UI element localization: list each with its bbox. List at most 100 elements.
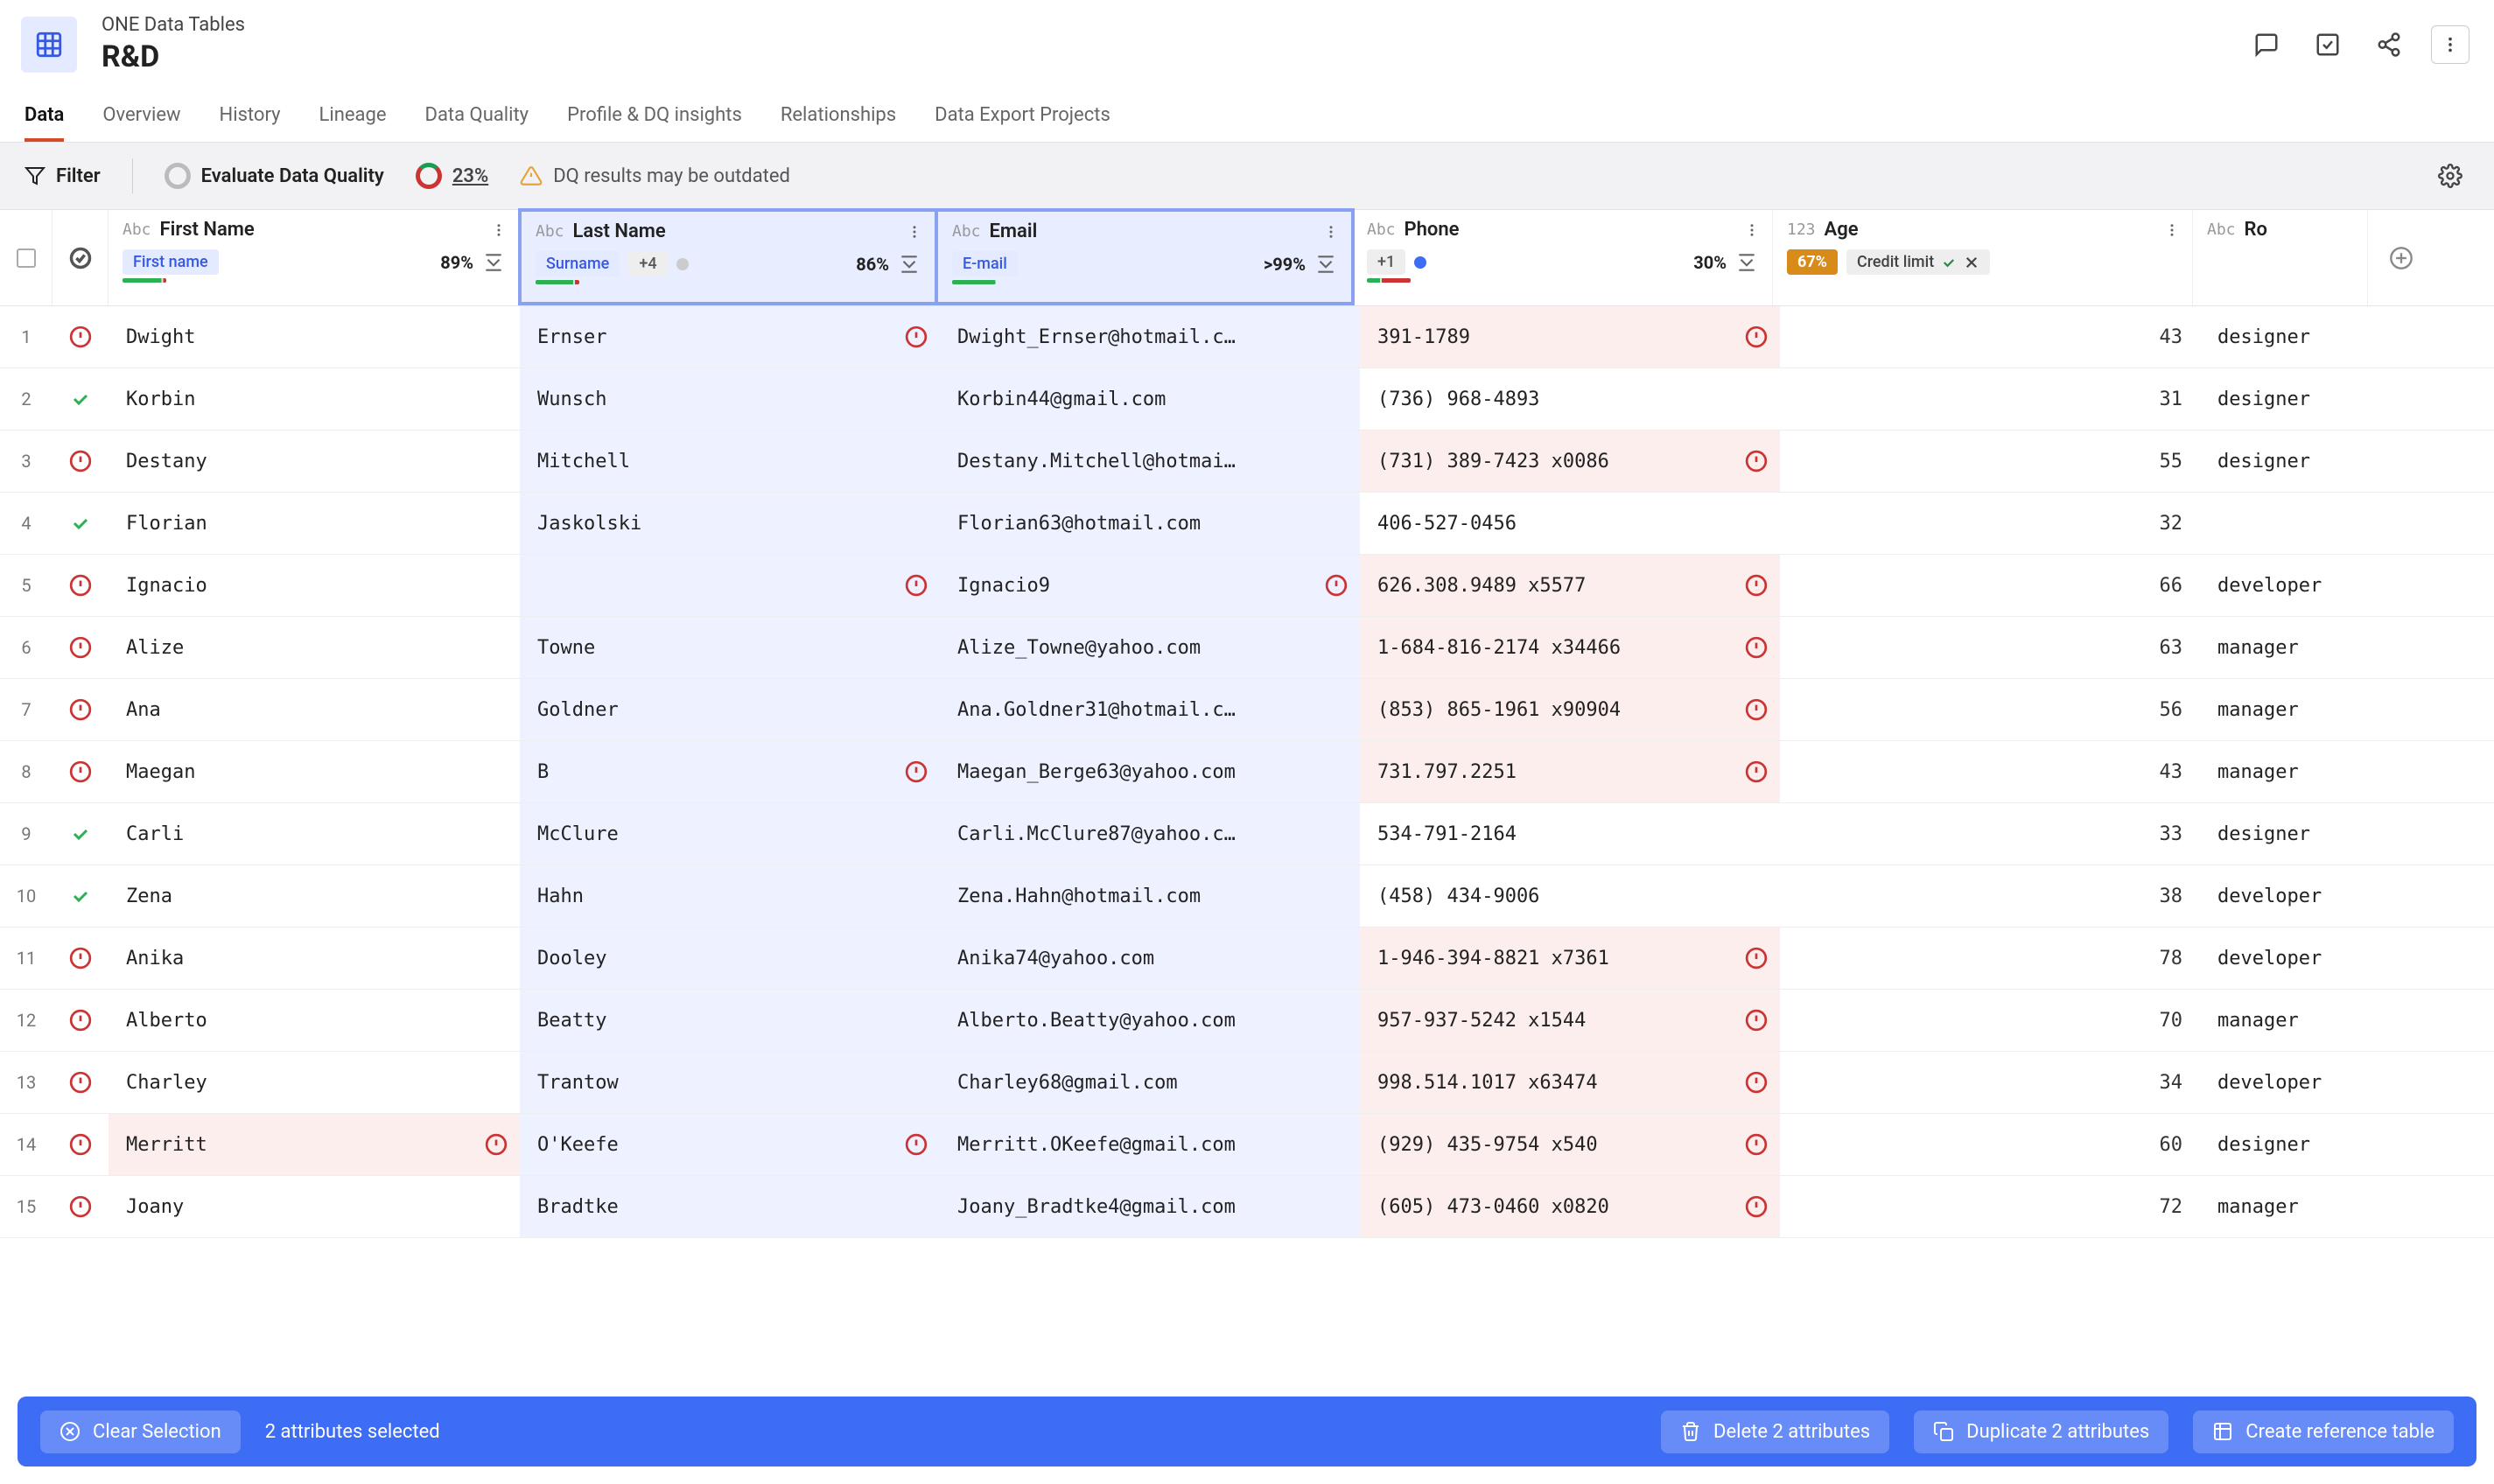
cell-age[interactable]: 34	[1780, 1052, 2200, 1113]
cell-last-name[interactable]: Towne	[520, 617, 940, 678]
cell-first-name[interactable]: Korbin	[109, 368, 520, 430]
cell-last-name[interactable]: Dooley	[520, 928, 940, 989]
cell-age[interactable]: 72	[1780, 1176, 2200, 1237]
cell-age[interactable]: 31	[1780, 368, 2200, 430]
table-row[interactable]: 2KorbinWunschKorbin44@gmail.com(736) 968…	[0, 368, 2494, 430]
cell-last-name[interactable]: Hahn	[520, 865, 940, 927]
share-icon[interactable]	[2370, 25, 2408, 64]
table-row[interactable]: 5IgnacioIgnacio9626.308.9489 x557766deve…	[0, 555, 2494, 617]
cell-last-name[interactable]: Jaskolski	[520, 493, 940, 554]
cell-role[interactable]: developer	[2200, 928, 2375, 989]
cell-email[interactable]: Charley68@gmail.com	[940, 1052, 1360, 1113]
cell-role[interactable]: designer	[2200, 306, 2375, 368]
table-row[interactable]: 13CharleyTrantowCharley68@gmail.com998.5…	[0, 1052, 2494, 1114]
cell-age[interactable]: 43	[1780, 306, 2200, 368]
tab-history[interactable]: History	[220, 92, 281, 142]
dq-filter-icon[interactable]	[898, 253, 921, 276]
cell-first-name[interactable]: Destany	[109, 430, 520, 492]
cell-phone[interactable]: 626.308.9489 x5577	[1360, 555, 1780, 616]
table-row[interactable]: 1DwightErnserDwight_Ernser@hotmail.c…391…	[0, 306, 2494, 368]
select-all-checkbox[interactable]	[0, 210, 53, 305]
cell-role[interactable]: manager	[2200, 679, 2375, 740]
term-chip[interactable]: First name	[123, 249, 219, 275]
cell-phone[interactable]: 731.797.2251	[1360, 741, 1780, 802]
cell-email[interactable]: Joany_Bradtke4@gmail.com	[940, 1176, 1360, 1237]
cell-age[interactable]: 56	[1780, 679, 2200, 740]
cell-role[interactable]: developer	[2200, 865, 2375, 927]
dq-filter-icon[interactable]	[1314, 253, 1337, 276]
cell-last-name[interactable]: Mitchell	[520, 430, 940, 492]
cell-phone[interactable]: 534-791-2164	[1360, 803, 1780, 864]
clear-selection-button[interactable]: Clear Selection	[40, 1410, 241, 1453]
term-chip[interactable]: E-mail	[952, 251, 1018, 276]
table-row[interactable]: 12AlbertoBeattyAlberto.Beatty@yahoo.com9…	[0, 990, 2494, 1052]
tab-data-quality[interactable]: Data Quality	[425, 92, 529, 142]
delete-attrs-button[interactable]: Delete 2 attributes	[1661, 1410, 1889, 1453]
term-chip[interactable]: Surname	[536, 251, 620, 276]
cell-email[interactable]: Alberto.Beatty@yahoo.com	[940, 990, 1360, 1051]
cell-email[interactable]: Maegan_Berge63@yahoo.com	[940, 741, 1360, 802]
more-chips[interactable]: +4	[628, 251, 667, 276]
column-header-role[interactable]: AbcRo	[2193, 210, 2368, 305]
cell-age[interactable]: 66	[1780, 555, 2200, 616]
column-header-email[interactable]: AbcEmail E-mail >99%	[935, 208, 1355, 305]
cell-role[interactable]: developer	[2200, 1052, 2375, 1113]
table-row[interactable]: 6AlizeTowneAlize_Towne@yahoo.com1-684-81…	[0, 617, 2494, 679]
filter-button[interactable]: Filter	[25, 165, 101, 187]
add-column-button[interactable]	[2368, 210, 2434, 305]
cell-email[interactable]: Zena.Hahn@hotmail.com	[940, 865, 1360, 927]
cell-email[interactable]: Alize_Towne@yahoo.com	[940, 617, 1360, 678]
cell-role[interactable]: developer	[2200, 555, 2375, 616]
cell-phone[interactable]: 406-527-0456	[1360, 493, 1780, 554]
more-chips[interactable]: +1	[1367, 249, 1405, 275]
table-row[interactable]: 3DestanyMitchellDestany.Mitchell@hotmai……	[0, 430, 2494, 493]
table-row[interactable]: 7AnaGoldnerAna.Goldner31@hotmail.c…(853)…	[0, 679, 2494, 741]
column-menu-icon[interactable]	[2164, 222, 2180, 238]
cell-role[interactable]: designer	[2200, 368, 2375, 430]
cell-phone[interactable]: 391-1789	[1360, 306, 1780, 368]
cell-first-name[interactable]: Florian	[109, 493, 520, 554]
cell-phone[interactable]: (853) 865-1961 x90904	[1360, 679, 1780, 740]
cell-last-name[interactable]: Goldner	[520, 679, 940, 740]
table-row[interactable]: 15JoanyBradtkeJoany_Bradtke4@gmail.com(6…	[0, 1176, 2494, 1238]
tab-profile-dq[interactable]: Profile & DQ insights	[567, 92, 742, 142]
cell-last-name[interactable]: Ernser	[520, 306, 940, 368]
cell-age[interactable]: 63	[1780, 617, 2200, 678]
cell-age[interactable]: 55	[1780, 430, 2200, 492]
column-menu-icon[interactable]	[1323, 224, 1339, 240]
table-row[interactable]: 10ZenaHahnZena.Hahn@hotmail.com(458) 434…	[0, 865, 2494, 928]
cell-phone[interactable]: (731) 389-7423 x0086	[1360, 430, 1780, 492]
cell-age[interactable]: 33	[1780, 803, 2200, 864]
column-header-phone[interactable]: AbcPhone +1 30%	[1353, 210, 1773, 305]
cell-email[interactable]: Ignacio9	[940, 555, 1360, 616]
cell-first-name[interactable]: Charley	[109, 1052, 520, 1113]
duplicate-attrs-button[interactable]: Duplicate 2 attributes	[1914, 1410, 2168, 1453]
cell-phone[interactable]: 1-684-816-2174 x34466	[1360, 617, 1780, 678]
column-menu-icon[interactable]	[1744, 222, 1760, 238]
table-row[interactable]: 9CarliMcClureCarli.McClure87@yahoo.c…534…	[0, 803, 2494, 865]
cell-email[interactable]: Anika74@yahoo.com	[940, 928, 1360, 989]
evaluate-button[interactable]: Evaluate Data Quality	[165, 163, 384, 189]
cell-phone[interactable]: 1-946-394-8821 x7361	[1360, 928, 1780, 989]
cell-last-name[interactable]	[520, 555, 940, 616]
breadcrumb[interactable]: ONE Data Tables	[102, 14, 245, 36]
tab-data[interactable]: Data	[25, 92, 64, 142]
tab-lineage[interactable]: Lineage	[319, 92, 387, 142]
cell-first-name[interactable]: Carli	[109, 803, 520, 864]
column-menu-icon[interactable]	[491, 222, 507, 238]
column-header-first-name[interactable]: AbcFirst Name First name 89%	[109, 210, 520, 305]
dq-filter-icon[interactable]	[482, 251, 505, 274]
cell-email[interactable]: Carli.McClure87@yahoo.c…	[940, 803, 1360, 864]
cell-age[interactable]: 32	[1780, 493, 2200, 554]
close-icon[interactable]	[1964, 255, 1979, 270]
cell-role[interactable]: designer	[2200, 803, 2375, 864]
cell-age[interactable]: 38	[1780, 865, 2200, 927]
cell-email[interactable]: Dwight_Ernser@hotmail.c…	[940, 306, 1360, 368]
cell-role[interactable]: manager	[2200, 1176, 2375, 1237]
cell-first-name[interactable]: Joany	[109, 1176, 520, 1237]
suggested-term-chip[interactable]: Credit limit	[1846, 249, 1990, 275]
cell-last-name[interactable]: O'Keefe	[520, 1114, 940, 1175]
cell-phone[interactable]: (458) 434-9006	[1360, 865, 1780, 927]
cell-last-name[interactable]: Beatty	[520, 990, 940, 1051]
cell-first-name[interactable]: Maegan	[109, 741, 520, 802]
